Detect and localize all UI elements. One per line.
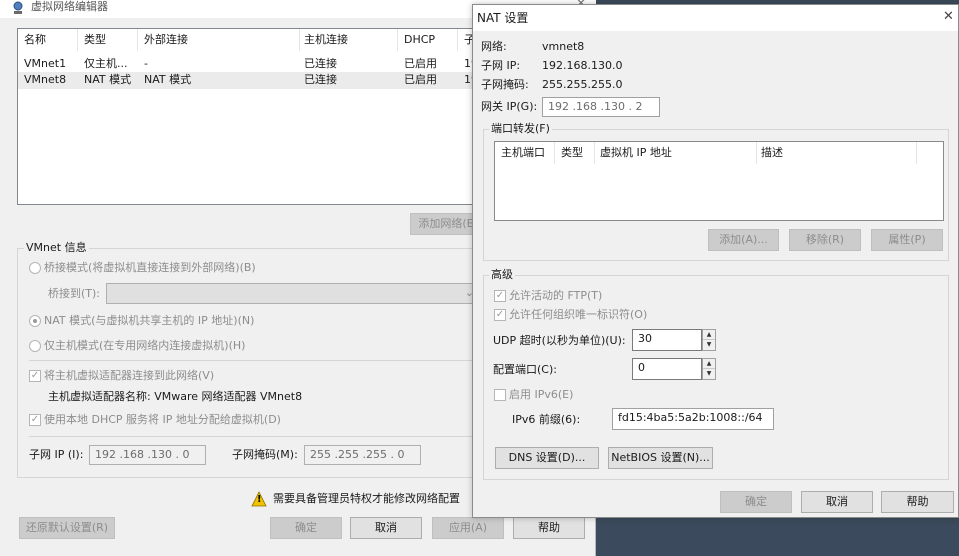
allow-oui-checkbox[interactable]: ✓ [494, 309, 506, 321]
nat-title: NAT 设置 [477, 11, 529, 25]
port-forward-list[interactable]: 主机端口 类型 虚拟机 IP 地址 描述 [494, 141, 944, 221]
vne-cancel-button[interactable]: 取消 [350, 517, 422, 539]
cell-dhcp: 已启用 [404, 73, 437, 86]
cell-external: - [144, 57, 148, 70]
network-value: vmnet8 [542, 40, 585, 53]
cell-host: 已连接 [304, 73, 337, 86]
nat-ok-button[interactable]: 确定 [720, 491, 792, 513]
gateway-ip-field[interactable]: 192 .168 .130 . 2 [542, 97, 660, 117]
udp-timeout-stepper[interactable]: ▲ ▼ [702, 329, 716, 351]
bridge-mode-label: 桥接模式(将虚拟机直接连接到外部网络)(B) [44, 261, 256, 274]
col-header-dhcp[interactable]: DHCP [404, 29, 458, 51]
config-port-label: 配置端口(C): [493, 363, 557, 376]
connect-host-adapter-checkbox[interactable]: ✓ [29, 370, 41, 382]
config-port-field[interactable]: 0 [632, 358, 702, 380]
bridge-mode-radio[interactable] [29, 262, 41, 274]
subnet-ip-field[interactable]: 192 .168 .130 . 0 [89, 445, 206, 465]
udp-timeout-field[interactable]: 30 [632, 329, 702, 351]
cell-name: VMnet1 [24, 57, 67, 70]
host-only-radio[interactable] [29, 340, 41, 352]
config-port-stepper[interactable]: ▲ ▼ [702, 358, 716, 380]
host-only-label: 仅主机模式(在专用网络内连接虚拟机)(H) [44, 339, 246, 352]
col-header-type[interactable]: 类型 [84, 29, 138, 51]
allow-oui-label: 允许任何组织唯一标识符(O) [509, 308, 648, 321]
allow-ftp-checkbox[interactable]: ✓ [494, 290, 506, 302]
cell-host: 已连接 [304, 57, 337, 70]
connect-host-adapter-label: 将主机虚拟适配器连接到此网络(V) [44, 369, 215, 382]
port-forward-title: 端口转发(F) [489, 122, 552, 136]
bridge-to-select[interactable]: ⌄ [106, 283, 479, 304]
network-list[interactable]: 名称 类型 外部连接 主机连接 DHCP 子 VMnet1 仅主机... - 已… [17, 28, 481, 205]
nat-settings-dialog: NAT 设置 ✕ 网络: vmnet8 子网 IP: 192.168.130.0… [472, 4, 959, 518]
vne-title: 虚拟网络编辑器 [31, 0, 108, 13]
nat-titlebar: NAT 设置 ✕ [473, 5, 958, 31]
network-label: 网络: [481, 40, 507, 53]
pf-col-description[interactable]: 描述 [761, 142, 917, 164]
subnet-mask-label: 子网掩码(M): [232, 448, 298, 461]
pf-properties-button[interactable]: 属性(P) [871, 229, 943, 251]
vne-apply-button[interactable]: 应用(A) [432, 517, 504, 539]
subnet-ip-value: 192.168.130.0 [542, 59, 623, 72]
pf-col-vm-ip[interactable]: 虚拟机 IP 地址 [600, 142, 757, 164]
cell-type: NAT 模式 [84, 73, 132, 86]
ipv6-prefix-field[interactable]: fd15:4ba5:5a2b:1008::/64 [612, 408, 774, 430]
spin-down-icon[interactable]: ▼ [703, 369, 715, 379]
use-dhcp-checkbox[interactable]: ✓ [29, 414, 41, 426]
separator [29, 436, 475, 437]
admin-warning-text: 需要具备管理员特权才能修改网络配置 [273, 492, 460, 505]
dns-settings-button[interactable]: DNS 设置(D)... [495, 447, 599, 469]
nat-help-button[interactable]: 帮助 [881, 491, 954, 513]
subnet-mask-field[interactable]: 255 .255 .255 . 0 [304, 445, 421, 465]
subnet-ip-label: 子网 IP (I): [29, 448, 84, 461]
cell-type: 仅主机... [84, 57, 128, 70]
pf-add-button[interactable]: 添加(A)... [708, 229, 779, 251]
subnet-ip-label: 子网 IP: [481, 59, 521, 72]
cell-name: VMnet8 [24, 73, 67, 86]
nat-mode-label: NAT 模式(与虚拟机共享主机的 IP 地址)(N) [44, 314, 255, 327]
use-dhcp-label: 使用本地 DHCP 服务将 IP 地址分配给虚拟机(D) [44, 413, 281, 426]
enable-ipv6-label: 启用 IPv6(E) [509, 388, 574, 401]
allow-ftp-label: 允许活动的 FTP(T) [509, 289, 603, 302]
subnet-mask-label: 子网掩码: [481, 78, 529, 91]
vne-help-button[interactable]: 帮助 [513, 517, 585, 539]
nat-mode-radio[interactable] [29, 315, 41, 327]
table-row[interactable]: VMnet1 仅主机... - 已连接 已启用 19 [18, 56, 480, 72]
vmnet-info-title: VMnet 信息 [24, 241, 89, 255]
cell-external: NAT 模式 [144, 73, 192, 86]
warning-icon: ! [251, 491, 267, 507]
col-header-external[interactable]: 外部连接 [144, 29, 300, 51]
subnet-mask-value: 255.255.255.0 [542, 78, 623, 91]
pf-col-host-port[interactable]: 主机端口 [501, 142, 555, 164]
pf-col-type[interactable]: 类型 [561, 142, 595, 164]
restore-defaults-button[interactable]: 还原默认设置(R) [19, 517, 115, 539]
table-row-selected[interactable]: VMnet8 NAT 模式 NAT 模式 已连接 已启用 19 [18, 72, 480, 89]
host-adapter-name: 主机虚拟适配器名称: VMware 网络适配器 VMnet8 [48, 390, 303, 403]
pf-remove-button[interactable]: 移除(R) [789, 229, 861, 251]
gateway-label: 网关 IP(G): [481, 100, 538, 113]
udp-timeout-label: UDP 超时(以秒为单位)(U): [493, 334, 626, 347]
spin-up-icon[interactable]: ▲ [703, 359, 715, 369]
enable-ipv6-checkbox[interactable] [494, 389, 506, 401]
cell-dhcp: 已启用 [404, 57, 437, 70]
close-icon[interactable]: ✕ [943, 10, 954, 24]
vne-ok-button[interactable]: 确定 [270, 517, 342, 539]
bridge-to-label: 桥接到(T): [48, 287, 101, 300]
separator [29, 360, 475, 361]
spin-up-icon[interactable]: ▲ [703, 330, 715, 340]
advanced-title: 高级 [489, 268, 515, 282]
spin-down-icon[interactable]: ▼ [703, 340, 715, 350]
nat-cancel-button[interactable]: 取消 [801, 491, 873, 513]
col-header-host[interactable]: 主机连接 [304, 29, 398, 51]
col-header-name[interactable]: 名称 [24, 29, 78, 51]
network-globe-icon [11, 1, 25, 15]
ipv6-prefix-label: IPv6 前缀(6): [512, 413, 581, 426]
netbios-settings-button[interactable]: NetBIOS 设置(N)... [608, 447, 713, 469]
